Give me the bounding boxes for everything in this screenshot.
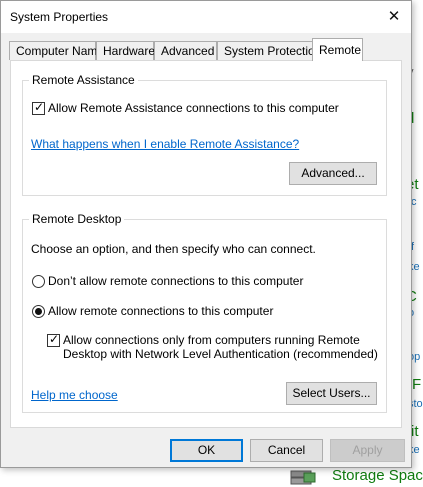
nla-label-line2: Desktop with Network Level Authenticatio…: [63, 347, 378, 361]
remote-desktop-instruction: Choose an option, and then specify who c…: [31, 242, 316, 256]
checkmark-icon: ✓: [34, 100, 45, 114]
nla-label[interactable]: Allow connections only from computers ru…: [63, 333, 378, 361]
nla-label-line1: Allow connections only from computers ru…: [63, 333, 360, 347]
cancel-button[interactable]: Cancel: [250, 439, 323, 462]
allow-remote-radio[interactable]: [32, 305, 45, 318]
tab-hardware[interactable]: Hardware: [96, 41, 155, 60]
checkmark-icon: ✓: [49, 332, 60, 346]
dont-allow-remote-label[interactable]: Don’t allow remote connections to this c…: [48, 274, 303, 288]
apply-button[interactable]: Apply: [330, 439, 405, 462]
nla-checkbox[interactable]: ✓: [47, 332, 60, 347]
tab-advanced[interactable]: Advanced: [154, 41, 217, 60]
ok-button[interactable]: OK: [170, 439, 243, 462]
remote-assistance-group: Remote Assistance ✓ Allow Remote Assista…: [22, 73, 387, 196]
allow-remote-label[interactable]: Allow remote connections to this compute…: [48, 304, 273, 318]
title-bar: System Properties ✕: [1, 1, 411, 33]
remote-tab-panel: Remote Assistance ✓ Allow Remote Assista…: [10, 60, 402, 428]
storage-spaces-link[interactable]: Storage Spac: [332, 467, 423, 484]
advanced-button[interactable]: Advanced...: [289, 162, 377, 185]
close-icon[interactable]: ✕: [377, 1, 411, 33]
bg-fragment: F: [412, 376, 422, 393]
remote-assistance-group-label: Remote Assistance: [29, 73, 138, 87]
tab-computer-name[interactable]: Computer Name: [9, 41, 104, 60]
allow-remote-assistance-checkbox[interactable]: ✓: [32, 100, 45, 115]
select-users-button[interactable]: Select Users...: [286, 382, 377, 405]
help-me-choose-link[interactable]: Help me choose: [31, 388, 118, 402]
storage-spaces-icon: [290, 470, 316, 485]
remote-desktop-group-label: Remote Desktop: [29, 212, 125, 226]
dont-allow-remote-radio[interactable]: [32, 275, 45, 288]
tab-remote[interactable]: Remote: [312, 38, 363, 61]
tab-system-protection[interactable]: System Protection: [217, 41, 321, 60]
remote-desktop-group: Remote Desktop Choose an option, and the…: [22, 212, 387, 413]
system-properties-dialog: System Properties ✕ Computer Name Hardwa…: [0, 0, 412, 468]
dialog-title: System Properties: [10, 10, 109, 24]
remote-assistance-help-link[interactable]: What happens when I enable Remote Assist…: [31, 137, 299, 151]
radio-selected-dot: [35, 308, 42, 315]
allow-remote-assistance-label[interactable]: Allow Remote Assistance connections to t…: [48, 101, 339, 115]
